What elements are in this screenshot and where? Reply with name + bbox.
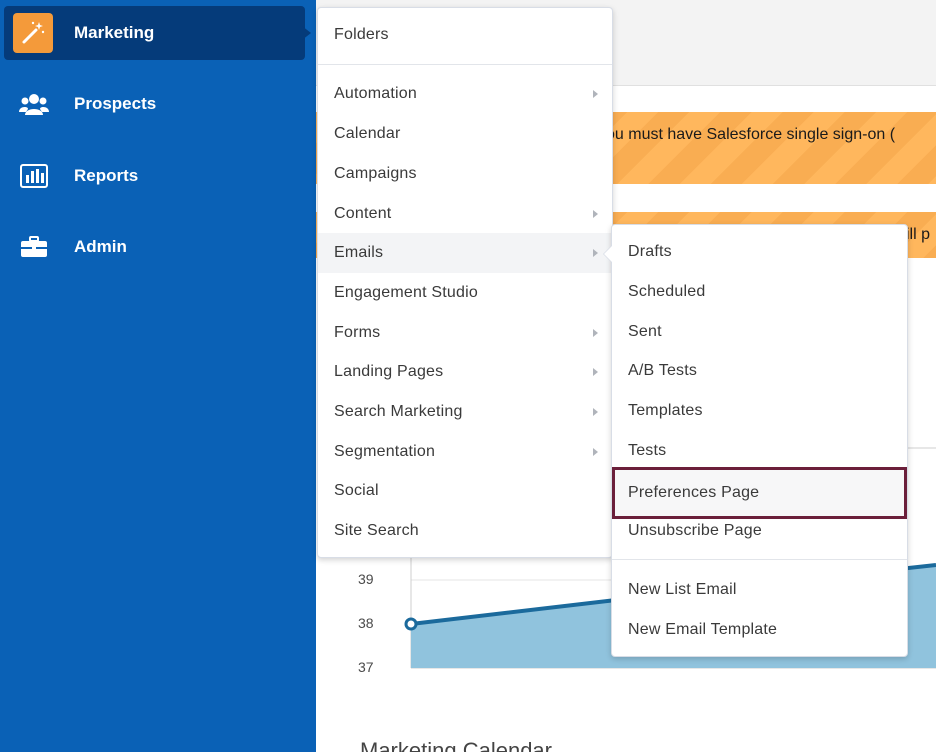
menu-item-calendar[interactable]: Calendar bbox=[318, 114, 612, 154]
menu-item-label: Unsubscribe Page bbox=[628, 522, 762, 539]
marketing-menu: Folders Automation Calendar Campaigns Co… bbox=[317, 7, 613, 558]
menu-divider bbox=[318, 64, 612, 65]
sidebar-item-label: Admin bbox=[74, 237, 127, 256]
menu-item-label: Scheduled bbox=[628, 283, 706, 300]
menu-item-label: Landing Pages bbox=[334, 363, 444, 380]
menu-item-label: Forms bbox=[334, 324, 381, 341]
submenu-pointer bbox=[604, 246, 612, 262]
menu-item-label: Drafts bbox=[628, 243, 672, 260]
sidebar-item-marketing[interactable]: Marketing bbox=[4, 6, 305, 60]
menu-item-label: Search Marketing bbox=[334, 403, 463, 420]
active-indicator bbox=[302, 26, 311, 40]
menu-item-scheduled[interactable]: Scheduled bbox=[612, 272, 907, 312]
menu-item-label: A/B Tests bbox=[628, 362, 698, 379]
menu-item-automation[interactable]: Automation bbox=[318, 74, 612, 114]
left-sidebar: Marketing Prospects Reports Admin bbox=[0, 0, 316, 752]
chevron-right-icon bbox=[593, 448, 598, 456]
menu-item-forms[interactable]: Forms bbox=[318, 313, 612, 353]
chevron-right-icon bbox=[593, 249, 598, 257]
menu-divider bbox=[612, 559, 907, 560]
banner-text: ou must have Salesforce single sign-on ( bbox=[606, 126, 896, 143]
menu-item-label: Social bbox=[334, 482, 379, 499]
menu-item-site-search[interactable]: Site Search bbox=[318, 511, 612, 551]
menu-item-label: Segmentation bbox=[334, 443, 436, 460]
sidebar-item-label: Prospects bbox=[74, 94, 157, 113]
menu-item-sent[interactable]: Sent bbox=[612, 312, 907, 352]
section-title: Marketing Calendar bbox=[360, 738, 552, 752]
menu-item-templates[interactable]: Templates bbox=[612, 391, 907, 431]
menu-item-label: Campaigns bbox=[334, 165, 417, 182]
y-tick-label: 39 bbox=[358, 571, 374, 587]
menu-item-label: Calendar bbox=[334, 125, 401, 142]
menu-item-label: Site Search bbox=[334, 522, 419, 539]
y-tick-label: 38 bbox=[358, 615, 374, 631]
y-tick-label: 37 bbox=[358, 659, 374, 675]
chevron-right-icon bbox=[593, 368, 598, 376]
sidebar-item-reports[interactable]: Reports bbox=[4, 149, 305, 203]
menu-item-label: Sent bbox=[628, 323, 662, 340]
menu-item-tests[interactable]: Tests bbox=[612, 431, 907, 471]
chevron-right-icon bbox=[593, 210, 598, 218]
menu-item-content[interactable]: Content bbox=[318, 194, 612, 234]
menu-item-label: Content bbox=[334, 205, 392, 222]
menu-item-new-list-email[interactable]: New List Email bbox=[612, 570, 907, 610]
chevron-right-icon bbox=[593, 329, 598, 337]
menu-item-label: Folders bbox=[334, 26, 389, 43]
sidebar-item-admin[interactable]: Admin bbox=[4, 220, 305, 274]
menu-item-search-marketing[interactable]: Search Marketing bbox=[318, 392, 612, 432]
chevron-right-icon bbox=[593, 408, 598, 416]
sidebar-item-label: Reports bbox=[74, 166, 139, 185]
menu-item-social[interactable]: Social bbox=[318, 471, 612, 511]
menu-item-label: Automation bbox=[334, 85, 417, 102]
magic-wand-icon bbox=[13, 13, 53, 53]
menu-item-drafts[interactable]: Drafts bbox=[612, 232, 907, 272]
menu-item-landing-pages[interactable]: Landing Pages bbox=[318, 352, 612, 392]
menu-item-folders[interactable]: Folders bbox=[318, 15, 612, 55]
menu-item-label: New Email Template bbox=[628, 621, 778, 638]
menu-item-unsubscribe-page[interactable]: Unsubscribe Page bbox=[612, 511, 907, 551]
menu-item-label: Engagement Studio bbox=[334, 284, 478, 301]
menu-item-label: Tests bbox=[628, 442, 667, 459]
emails-submenu: Drafts Scheduled Sent A/B Tests Template… bbox=[611, 224, 908, 657]
chevron-right-icon bbox=[593, 90, 598, 98]
menu-item-emails[interactable]: Emails bbox=[318, 233, 612, 273]
bar-chart-icon bbox=[14, 156, 54, 196]
menu-item-label: Emails bbox=[334, 244, 384, 261]
menu-item-label: New List Email bbox=[628, 581, 737, 598]
menu-item-segmentation[interactable]: Segmentation bbox=[318, 432, 612, 472]
menu-item-label: Templates bbox=[628, 402, 703, 419]
menu-item-campaigns[interactable]: Campaigns bbox=[318, 154, 612, 194]
menu-item-engagement-studio[interactable]: Engagement Studio bbox=[318, 273, 612, 313]
sidebar-item-label: Marketing bbox=[74, 23, 155, 42]
menu-item-ab-tests[interactable]: A/B Tests bbox=[612, 351, 907, 391]
data-point bbox=[404, 617, 418, 631]
sidebar-item-prospects[interactable]: Prospects bbox=[4, 77, 305, 131]
people-icon bbox=[14, 84, 54, 124]
briefcase-icon bbox=[14, 227, 54, 267]
menu-item-label: Preferences Page bbox=[628, 484, 760, 501]
banner-text: ill p bbox=[906, 226, 931, 243]
menu-item-new-email-template[interactable]: New Email Template bbox=[612, 610, 907, 650]
